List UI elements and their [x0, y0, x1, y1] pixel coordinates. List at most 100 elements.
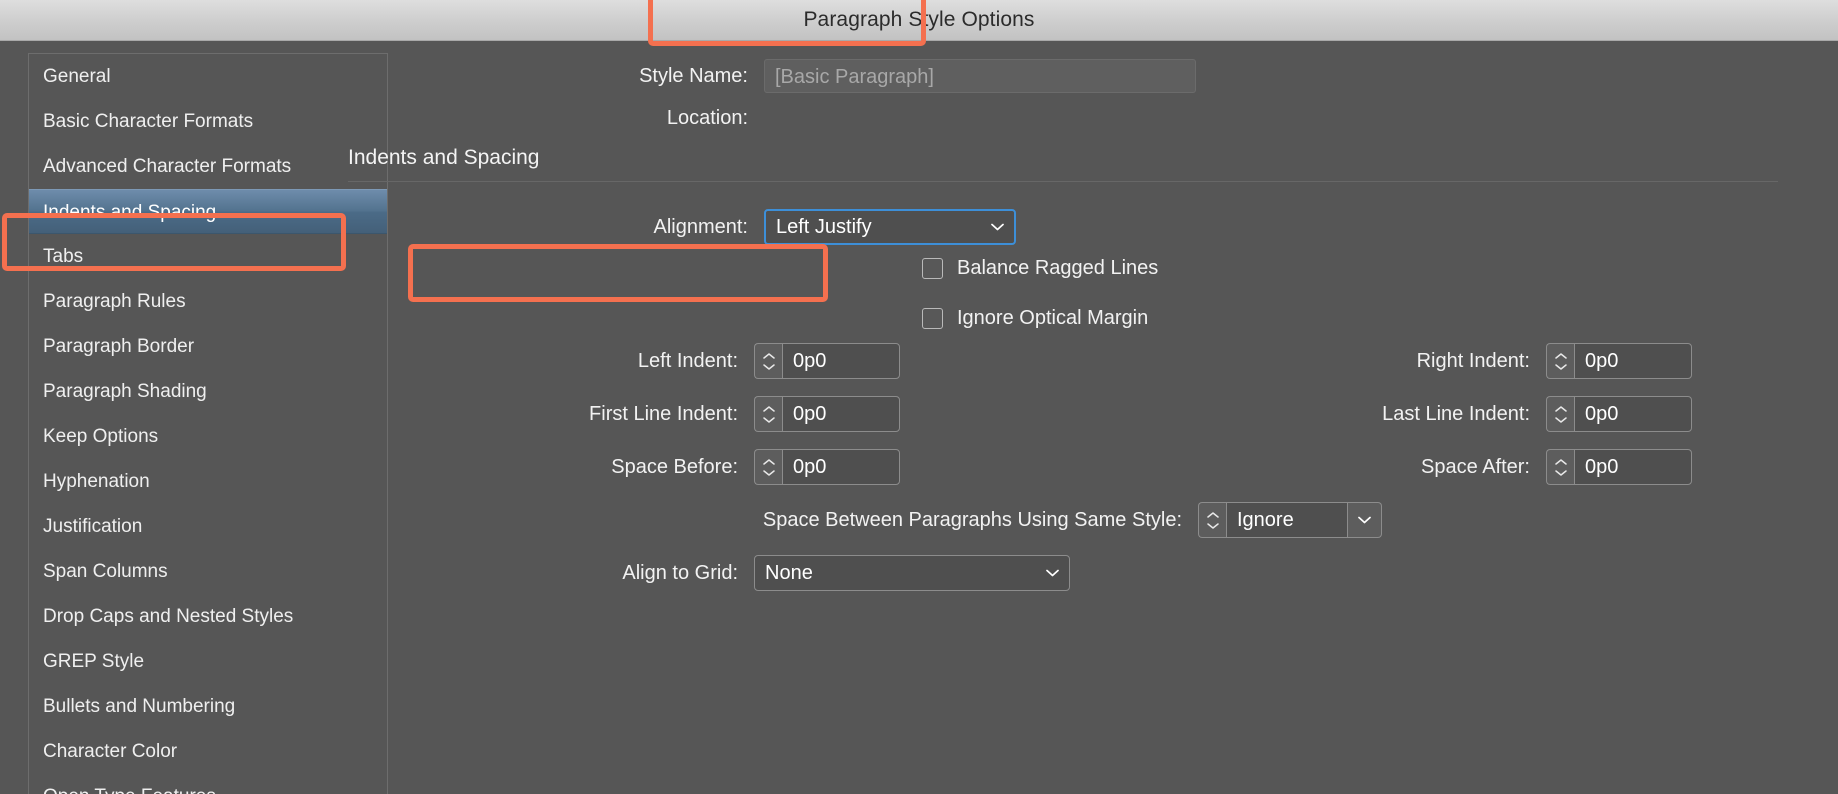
chevron-down-icon	[991, 223, 1004, 231]
last-line-indent-row: Last Line Indent: 0p0	[990, 396, 1692, 432]
sidebar-item-label: Paragraph Shading	[43, 381, 207, 402]
sidebar-item-paragraph-rules[interactable]: Paragraph Rules	[29, 279, 387, 324]
alignment-row: Alignment: Left Justify	[348, 209, 1016, 245]
sidebar-item-basic-character-formats[interactable]: Basic Character Formats	[29, 99, 387, 144]
location-label: Location:	[348, 107, 748, 130]
sidebar-item-justification[interactable]: Justification	[29, 504, 387, 549]
right-indent-field[interactable]: 0p0	[1546, 343, 1692, 379]
first-line-indent-label: First Line Indent:	[348, 403, 738, 426]
chevron-down-icon	[763, 364, 775, 370]
space-after-stepper[interactable]	[1546, 449, 1574, 485]
space-between-paragraphs-stepper[interactable]	[1198, 502, 1226, 538]
dialog-body: General Basic Character Formats Advanced…	[0, 41, 1838, 794]
space-after-input[interactable]: 0p0	[1574, 449, 1692, 485]
chevron-down-icon	[1046, 569, 1059, 577]
sidebar-item-general[interactable]: General	[29, 54, 387, 99]
space-before-row: Space Before: 0p0	[348, 449, 900, 485]
sidebar-item-label: Paragraph Border	[43, 336, 194, 357]
settings-pane: Style Name: [Basic Paragraph] Location: …	[390, 41, 1838, 794]
space-after-row: Space After: 0p0	[990, 449, 1692, 485]
first-line-indent-row: First Line Indent: 0p0	[348, 396, 900, 432]
chevron-down-icon	[1555, 364, 1567, 370]
last-line-indent-stepper[interactable]	[1546, 396, 1574, 432]
align-to-grid-label: Align to Grid:	[348, 562, 738, 585]
chevron-up-icon	[1555, 459, 1567, 465]
sidebar-item-span-columns[interactable]: Span Columns	[29, 549, 387, 594]
sidebar-item-label: GREP Style	[43, 651, 144, 672]
ignore-optical-margin-label: Ignore Optical Margin	[957, 307, 1148, 330]
space-after-field[interactable]: 0p0	[1546, 449, 1692, 485]
space-between-paragraphs-input[interactable]: Ignore	[1226, 502, 1348, 538]
sidebar-item-character-color[interactable]: Character Color	[29, 729, 387, 774]
left-indent-label: Left Indent:	[348, 350, 738, 373]
first-line-indent-field[interactable]: 0p0	[754, 396, 900, 432]
section-divider	[348, 181, 1778, 182]
sidebar-item-hyphenation[interactable]: Hyphenation	[29, 459, 387, 504]
chevron-down-icon	[1207, 523, 1219, 529]
space-between-paragraphs-dropdown-button[interactable]	[1348, 502, 1382, 538]
first-line-indent-input[interactable]: 0p0	[782, 396, 900, 432]
chevron-down-icon	[1358, 516, 1371, 524]
sidebar-item-indents-and-spacing[interactable]: Indents and Spacing	[29, 189, 387, 234]
dialog-titlebar: Paragraph Style Options	[0, 0, 1838, 41]
sidebar-item-label: Keep Options	[43, 426, 158, 447]
chevron-up-icon	[1555, 353, 1567, 359]
align-to-grid-value: None	[765, 556, 813, 590]
chevron-up-icon	[763, 353, 775, 359]
sidebar-item-label: Open Type Features	[43, 786, 216, 794]
sidebar-item-label: Indents and Spacing	[43, 202, 216, 223]
left-indent-field[interactable]: 0p0	[754, 343, 900, 379]
sidebar-item-tabs[interactable]: Tabs	[29, 234, 387, 279]
sidebar-item-label: Drop Caps and Nested Styles	[43, 606, 293, 627]
sidebar-item-label: Paragraph Rules	[43, 291, 186, 312]
sidebar-item-label: Bullets and Numbering	[43, 696, 235, 717]
last-line-indent-label: Last Line Indent:	[990, 403, 1530, 426]
right-indent-row: Right Indent: 0p0	[990, 343, 1692, 379]
sidebar-item-label: Justification	[43, 516, 142, 537]
sidebar-item-bullets-and-numbering[interactable]: Bullets and Numbering	[29, 684, 387, 729]
balance-ragged-lines-label: Balance Ragged Lines	[957, 257, 1158, 280]
alignment-dropdown[interactable]: Left Justify	[764, 209, 1016, 245]
dialog-title: Paragraph Style Options	[803, 8, 1034, 32]
sidebar-item-label: Span Columns	[43, 561, 168, 582]
space-between-paragraphs-label: Space Between Paragraphs Using Same Styl…	[660, 509, 1182, 532]
style-name-input[interactable]: [Basic Paragraph]	[764, 59, 1196, 93]
last-line-indent-field[interactable]: 0p0	[1546, 396, 1692, 432]
right-indent-stepper[interactable]	[1546, 343, 1574, 379]
sidebar-item-label: Advanced Character Formats	[43, 156, 291, 177]
chevron-down-icon	[763, 417, 775, 423]
chevron-up-icon	[1555, 406, 1567, 412]
category-sidebar[interactable]: General Basic Character Formats Advanced…	[28, 53, 388, 794]
sidebar-item-advanced-character-formats[interactable]: Advanced Character Formats	[29, 144, 387, 189]
left-indent-input[interactable]: 0p0	[782, 343, 900, 379]
space-before-field[interactable]: 0p0	[754, 449, 900, 485]
style-name-row: Style Name: [Basic Paragraph]	[348, 59, 1348, 93]
space-before-stepper[interactable]	[754, 449, 782, 485]
left-indent-stepper[interactable]	[754, 343, 782, 379]
space-between-paragraphs-field[interactable]: Ignore	[1198, 502, 1382, 538]
space-before-input[interactable]: 0p0	[782, 449, 900, 485]
chevron-down-icon	[1555, 470, 1567, 476]
last-line-indent-input[interactable]: 0p0	[1574, 396, 1692, 432]
ignore-optical-margin-checkbox[interactable]	[922, 308, 943, 329]
sidebar-item-open-type-features[interactable]: Open Type Features	[29, 774, 387, 794]
sidebar-item-label: General	[43, 66, 111, 87]
alignment-label: Alignment:	[348, 216, 748, 239]
align-to-grid-dropdown[interactable]: None	[754, 555, 1070, 591]
space-between-paragraphs-row: Space Between Paragraphs Using Same Styl…	[660, 502, 1382, 538]
sidebar-item-drop-caps-and-nested-styles[interactable]: Drop Caps and Nested Styles	[29, 594, 387, 639]
chevron-down-icon	[763, 470, 775, 476]
sidebar-item-label: Tabs	[43, 246, 83, 267]
sidebar-item-grep-style[interactable]: GREP Style	[29, 639, 387, 684]
right-indent-input[interactable]: 0p0	[1574, 343, 1692, 379]
sidebar-item-keep-options[interactable]: Keep Options	[29, 414, 387, 459]
sidebar-item-paragraph-border[interactable]: Paragraph Border	[29, 324, 387, 369]
ignore-optical-margin-row[interactable]: Ignore Optical Margin	[922, 307, 1148, 330]
first-line-indent-stepper[interactable]	[754, 396, 782, 432]
balance-ragged-lines-row[interactable]: Balance Ragged Lines	[922, 257, 1158, 280]
section-title: Indents and Spacing	[348, 146, 539, 170]
sidebar-item-paragraph-shading[interactable]: Paragraph Shading	[29, 369, 387, 414]
chevron-up-icon	[763, 406, 775, 412]
balance-ragged-lines-checkbox[interactable]	[922, 258, 943, 279]
chevron-down-icon	[1555, 417, 1567, 423]
